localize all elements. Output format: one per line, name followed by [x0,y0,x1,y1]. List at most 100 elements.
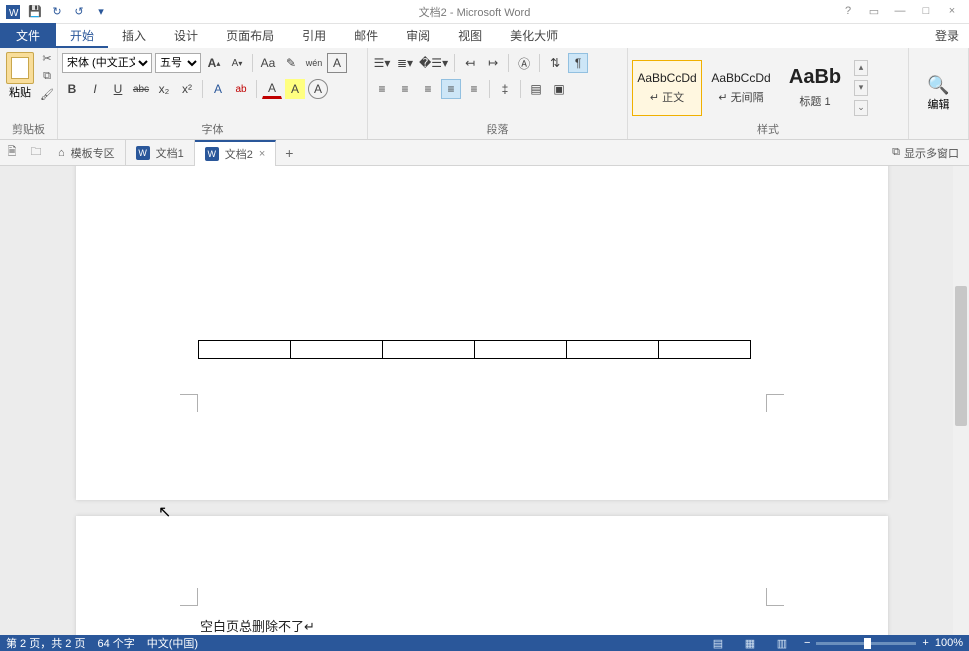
tab-references[interactable]: 引用 [288,23,340,48]
new-blank-icon[interactable]: 🗎 [0,143,24,162]
align-center-button[interactable]: ≡ [395,79,415,99]
close-button[interactable]: × [943,5,961,18]
style-heading1[interactable]: AaBb 标题 1 [780,60,850,116]
qat-customize-icon[interactable]: ▾ [92,3,110,21]
tab-file[interactable]: 文件 [0,23,56,48]
align-left-button[interactable]: ≡ [372,79,392,99]
italic-button[interactable]: I [85,79,105,99]
superscript-button[interactable]: x² [177,79,197,99]
tab-mail[interactable]: 邮件 [340,23,392,48]
shrink-font-button[interactable]: A▾ [227,53,247,73]
increase-indent-button[interactable]: ↦ [483,53,503,73]
doc-tab-1[interactable]: W 文档1 [126,140,195,166]
show-marks-button[interactable]: ¶ [568,53,588,73]
borders-button[interactable]: ▣ [549,79,569,99]
gallery-up-icon[interactable]: ▴ [854,60,868,76]
subscript-button[interactable]: x₂ [154,79,174,99]
tab-design[interactable]: 设计 [160,23,212,48]
doc-tab-2[interactable]: W 文档2 × [195,140,277,166]
change-case-button[interactable]: Aa [258,53,278,73]
font-name-select[interactable]: 宋体 (中文正文) [62,53,152,73]
zoom-in-button[interactable]: + [922,637,928,649]
zoom-slider[interactable] [816,642,916,645]
paste-button[interactable]: 粘贴 [4,50,36,121]
multilevel-button[interactable]: �☰▾ [418,53,449,73]
numbering-button[interactable]: ≣▾ [395,53,415,73]
format-painter-icon[interactable]: 🖌 [38,86,56,102]
zoom-out-button[interactable]: − [804,637,810,649]
line-spacing-button[interactable]: ‡ [495,79,515,99]
tab-view[interactable]: 视图 [444,23,496,48]
read-mode-icon[interactable]: ▤ [708,637,728,650]
find-icon[interactable]: 🔍 [927,75,949,96]
font-size-select[interactable]: 五号 [155,53,201,73]
style-nospacing[interactable]: AaBbCcDd ↵ 无间隔 [706,60,776,116]
close-tab-icon[interactable]: × [259,148,265,160]
bullets-button[interactable]: ☰▾ [372,53,392,73]
phonetic-pinyin-button[interactable]: ab [231,79,251,99]
page-1[interactable] [76,166,888,500]
tab-beautify[interactable]: 美化大师 [496,23,572,48]
sort-button[interactable]: ⇅ [545,53,565,73]
help-button[interactable]: ? [839,5,857,18]
open-folder-icon[interactable]: 🗀 [24,143,48,162]
undo-icon[interactable]: ↺ [70,3,88,21]
document-table[interactable] [198,340,751,359]
group-clipboard: 粘贴 ✂ ⧉ 🖌 剪贴板 [0,48,58,139]
margin-corner-icon [180,588,198,606]
minimize-button[interactable]: — [891,5,909,18]
maximize-button[interactable]: □ [917,5,935,18]
grow-font-button[interactable]: A▴ [204,53,224,73]
document-body-text[interactable]: 空白页总删除不了↵ [200,616,315,635]
login-link[interactable]: 登录 [925,23,969,48]
style-normal[interactable]: AaBbCcDd ↵ 正文 [632,60,702,116]
language-indicator[interactable]: 中文(中国) [147,635,198,651]
redo-icon[interactable]: ↻ [48,3,66,21]
paragraph-label: 段落 [372,121,623,139]
align-right-button[interactable]: ≡ [418,79,438,99]
paste-label: 粘贴 [9,84,31,100]
shading-button[interactable]: ▤ [526,79,546,99]
gallery-more-icon[interactable]: ⌄ [854,100,868,116]
highlight-button[interactable]: A [285,79,305,99]
page-2[interactable]: 空白页总删除不了↵ [76,516,888,635]
web-layout-icon[interactable]: ▥ [772,637,792,650]
copy-icon[interactable]: ⧉ [38,68,56,84]
word-count[interactable]: 64 个字 [97,635,134,651]
text-effects-button[interactable]: A [208,79,228,99]
style-gallery-scroll[interactable]: ▴ ▾ ⌄ [854,60,868,116]
decrease-indent-button[interactable]: ↤ [460,53,480,73]
justify-button[interactable]: ≡ [441,79,461,99]
vertical-scrollbar[interactable] [953,166,969,635]
font-color-button[interactable]: A [262,79,282,99]
print-layout-icon[interactable]: ▦ [740,637,760,650]
clear-format-button[interactable]: ✎ [281,53,301,73]
page-indicator[interactable]: 第 2 页，共 2 页 [6,635,85,651]
underline-button[interactable]: U [108,79,128,99]
distribute-button[interactable]: ≡ [464,79,484,99]
show-multi-window[interactable]: ⧉ 显示多窗口 [882,145,969,161]
template-zone-tab[interactable]: ⌂ 模板专区 [48,140,126,166]
text-direction-button[interactable]: Ⓐ [514,53,534,73]
save-icon[interactable]: 💾 [26,3,44,21]
enclosed-char-button[interactable]: A [308,79,328,99]
style-preview: AaBb [789,66,841,89]
tab-layout[interactable]: 页面布局 [212,23,288,48]
phonetic-guide-button[interactable]: wén [304,53,324,73]
char-border-button[interactable]: A [327,53,347,73]
tab-insert[interactable]: 插入 [108,23,160,48]
bold-button[interactable]: B [62,79,82,99]
add-doc-button[interactable]: + [276,145,302,161]
cut-icon[interactable]: ✂ [38,50,56,66]
document-canvas[interactable]: 空白页总删除不了↵ ↖ [0,166,969,635]
tab-home[interactable]: 开始 [56,23,108,48]
zoom-slider-knob[interactable] [864,638,871,649]
gallery-down-icon[interactable]: ▾ [854,80,868,96]
tab-review[interactable]: 审阅 [392,23,444,48]
home-icon: ⌂ [58,147,65,159]
scrollbar-thumb[interactable] [955,286,967,426]
zoom-value[interactable]: 100% [935,637,963,649]
doc-tab-label: 文档2 [225,146,253,162]
strike-button[interactable]: abc [131,79,151,99]
ribbon-display-button[interactable]: ▭ [865,5,883,18]
